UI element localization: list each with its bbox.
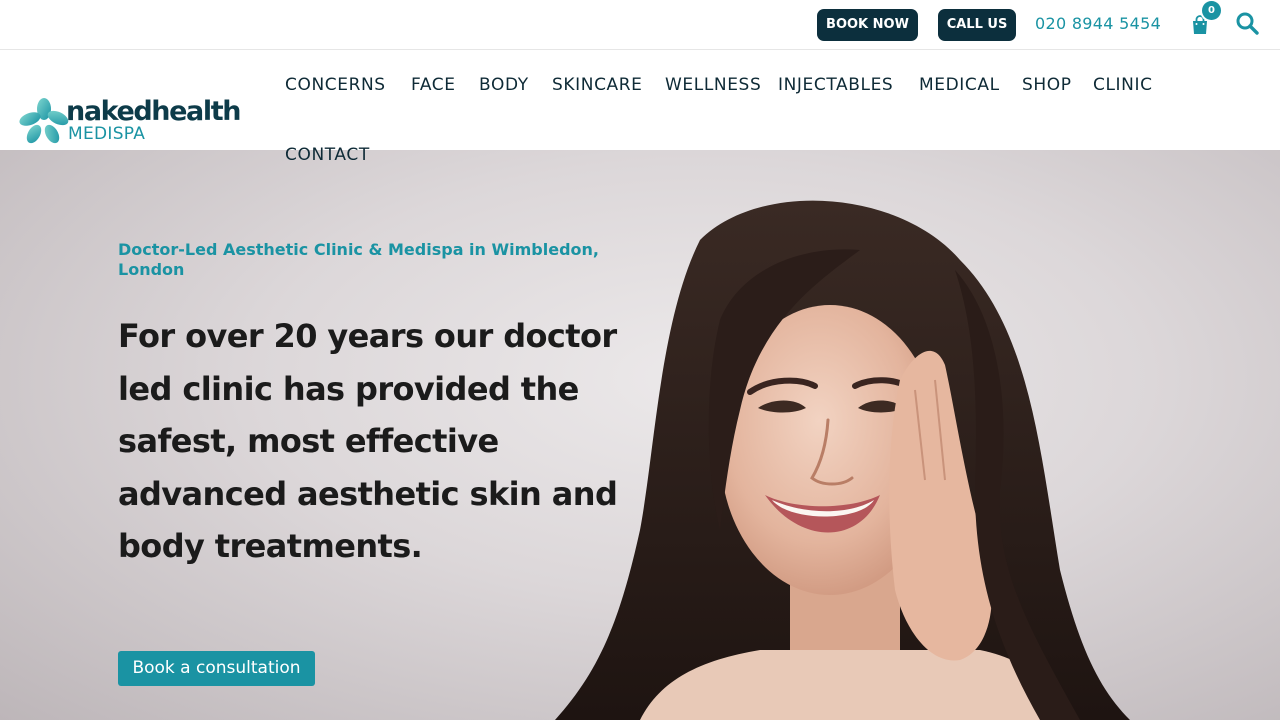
logo-subtitle: MEDISPA xyxy=(68,124,146,144)
book-now-button[interactable]: BOOK NOW xyxy=(817,9,918,41)
nav-item-medical[interactable]: MEDICAL xyxy=(919,74,1000,96)
nav-item-injectables[interactable]: INJECTABLES xyxy=(778,74,893,96)
site-logo[interactable]: nakedhealth MEDISPA xyxy=(18,95,243,147)
nav-item-clinic[interactable]: CLINIC xyxy=(1093,74,1153,96)
search-icon[interactable] xyxy=(1235,11,1259,35)
cart-count-badge: 0 xyxy=(1202,1,1221,20)
nav-item-wellness[interactable]: WELLNESS xyxy=(665,74,761,96)
book-consultation-button[interactable]: Book a consultation xyxy=(118,651,315,686)
hero-headline: For over 20 years our doctor led clinic … xyxy=(118,317,618,565)
top-utility-bar: BOOK NOW CALL US 020 8944 5454 0 xyxy=(0,0,1280,50)
main-header: nakedhealth MEDISPA CONCERNS FACE BODY S… xyxy=(0,51,1280,150)
flower-icon xyxy=(19,98,69,144)
call-us-button[interactable]: CALL US xyxy=(938,9,1016,41)
nav-item-face[interactable]: FACE xyxy=(411,74,456,96)
nav-item-concerns[interactable]: CONCERNS xyxy=(285,74,386,96)
nav-item-skincare[interactable]: SKINCARE xyxy=(552,74,643,96)
hero-section: Doctor-Led Aesthetic Clinic & Medispa in… xyxy=(0,150,1280,720)
phone-number-link[interactable]: 020 8944 5454 xyxy=(1035,14,1161,33)
hero-eyebrow: Doctor-Led Aesthetic Clinic & Medispa in… xyxy=(118,240,600,279)
nav-item-shop[interactable]: SHOP xyxy=(1022,74,1072,96)
nav-item-body[interactable]: BODY xyxy=(479,74,529,96)
nav-item-contact[interactable]: CONTACT xyxy=(285,144,370,166)
